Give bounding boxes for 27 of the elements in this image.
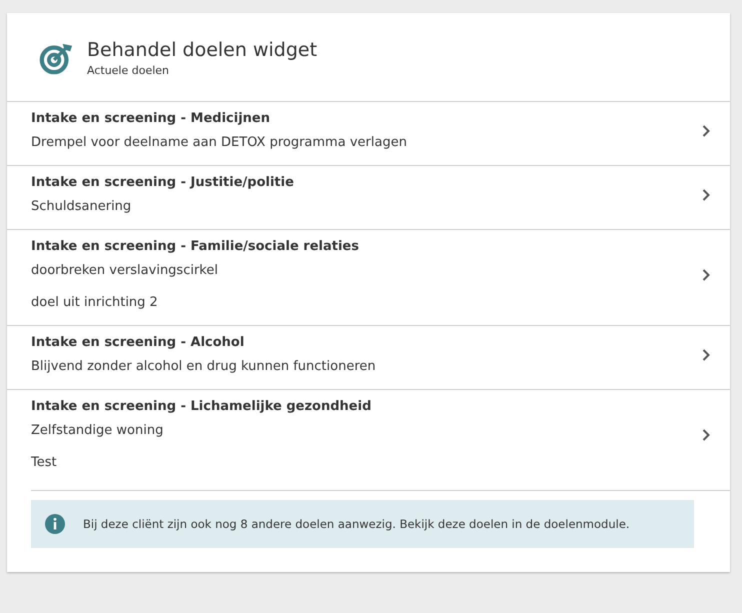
goal-text: doel uit inrichting 2: [31, 294, 159, 312]
info-message: Bij deze cliënt zijn ook nog 8 andere doelen aanwezig. Bekijk deze doelen in de doelenmodule.: [83, 517, 630, 531]
target-icon: [39, 41, 73, 75]
group-heading: Intake en screening - Alcohol: [31, 334, 246, 352]
widget-subtitle: Actuele doelen: [87, 64, 170, 77]
goal-group-row[interactable]: Intake en screening - Lichamelijke gezondheid Zelfstandige woning Test: [31, 390, 730, 491]
chevron-right-icon: [702, 189, 710, 201]
goal-text: Drempel voor deelname aan DETOX programma verlagen: [31, 134, 407, 152]
goal-group-row[interactable]: Intake en screening - Alcohol Blijvend zonder alcohol en drug kunnen functioneren: [7, 326, 730, 390]
chevron-right-icon: [702, 125, 710, 137]
goal-text: Blijvend zonder alcohol en drug kunnen functioneren: [31, 358, 376, 376]
widget-title: Behandel doelen widget: [87, 39, 318, 61]
group-heading: Intake en screening - Familie/sociale relaties: [31, 238, 359, 256]
group-heading: Intake en screening - Lichamelijke gezondheid: [31, 398, 372, 416]
goal-group-row[interactable]: Intake en screening - Justitie/politie Schuldsanering: [7, 166, 730, 230]
chevron-right-icon: [702, 429, 710, 441]
goal-text: Test: [31, 454, 58, 472]
group-heading: Intake en screening - Justitie/politie: [31, 174, 294, 192]
chevron-right-icon: [702, 269, 710, 281]
goal-text: Zelfstandige woning: [31, 422, 164, 440]
goal-group-row[interactable]: Intake en screening - Medicijnen Drempel voor deelname aan DETOX programma verlagen: [7, 102, 730, 166]
group-heading: Intake en screening - Medicijnen: [31, 110, 271, 128]
chevron-right-icon: [702, 349, 710, 361]
info-icon: [45, 514, 65, 534]
goal-text: Schuldsanering: [31, 198, 132, 216]
goal-text: doorbreken verslavingscirkel: [31, 262, 219, 280]
goal-group-row[interactable]: Intake en screening - Familie/sociale relaties doorbreken verslavingscirkel doel uit inrichting 2: [7, 230, 730, 326]
